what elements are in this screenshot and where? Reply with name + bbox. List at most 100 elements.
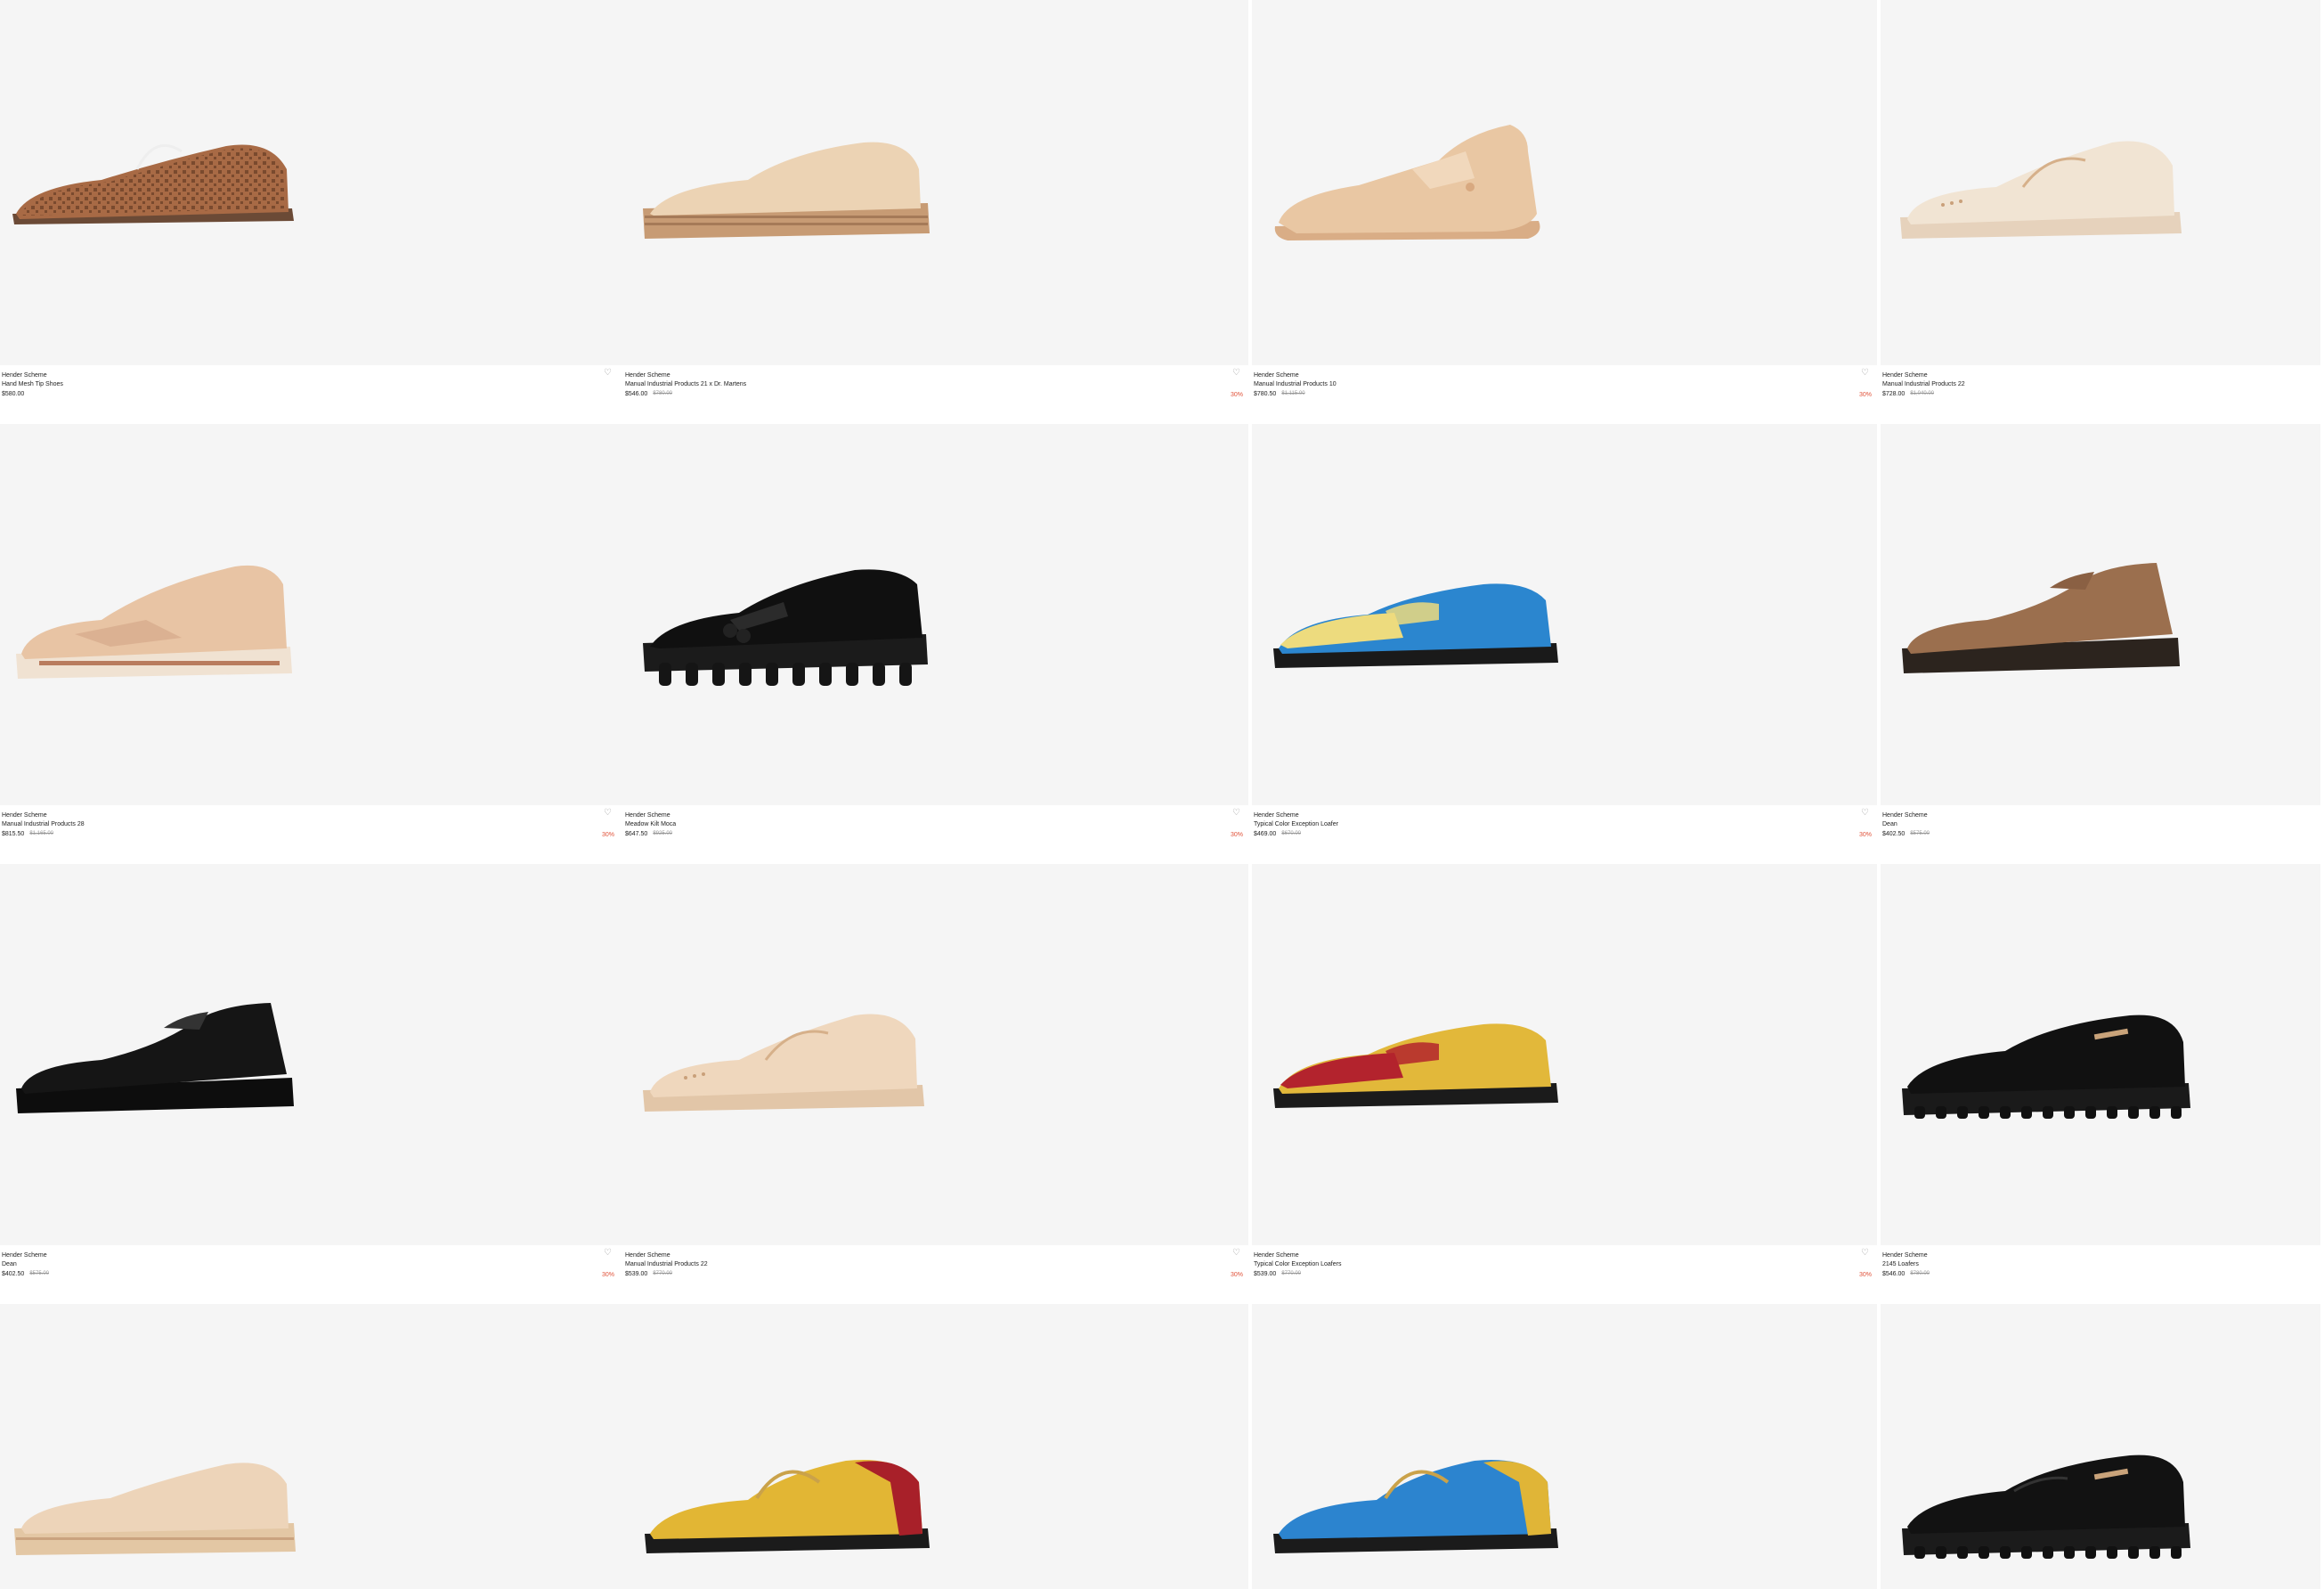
product-card[interactable] [0, 1304, 623, 1589]
product-info: Hender Scheme 2145 Loafers $546.00 $780.… [1881, 1251, 2324, 1295]
price-row: $546.00 $780.00 [1882, 1269, 1930, 1279]
product-card[interactable]: Hender Scheme Typical Color Exception Lo… [1252, 864, 1881, 1304]
heart-icon[interactable]: ♡ [1861, 369, 1870, 378]
product-image[interactable] [1881, 0, 2320, 365]
product-image[interactable] [1881, 864, 2320, 1245]
product-info: Hender Scheme Typical Color Exception Lo… [1252, 1249, 1881, 1295]
sale-price: $469.00 [1254, 831, 1277, 837]
heart-icon[interactable] [2304, 1249, 2313, 1258]
shoe-illustration [1273, 1023, 1558, 1108]
sale-price: $728.00 [1882, 391, 1906, 397]
heart-icon[interactable]: ♡ [1232, 809, 1241, 818]
shoe-illustration [1900, 141, 2182, 239]
product-image[interactable] [1881, 424, 2320, 805]
shoe-illustration [645, 1460, 930, 1553]
shoe-illustration [12, 143, 294, 224]
heart-icon[interactable]: ♡ [1861, 1249, 1870, 1258]
heart-icon[interactable] [2304, 809, 2313, 818]
original-price: $670.00 [1281, 831, 1302, 836]
shoe-illustration [16, 1003, 294, 1113]
price-row: $402.50 $575.00 [1882, 829, 1930, 839]
heart-icon[interactable]: ♡ [1232, 369, 1241, 378]
product-card[interactable] [623, 1304, 1252, 1589]
product-card[interactable]: Hender Scheme 2145 Loafers $546.00 $780.… [1881, 864, 2324, 1304]
product-image[interactable] [1252, 1304, 1877, 1589]
product-card[interactable]: Hender Scheme Manual Industrial Products… [1881, 0, 2324, 424]
product-image[interactable] [0, 424, 623, 805]
product-image[interactable] [0, 1304, 623, 1589]
product-card[interactable]: Hender Scheme Typical Color Exception Lo… [1252, 424, 1881, 864]
shoe-illustration [1273, 1460, 1558, 1553]
shoe-illustration [1902, 1455, 2190, 1559]
product-name[interactable]: Typical Color Exception Loafer [1254, 819, 1338, 829]
product-info: Hender Scheme Meadow Kilt Moca $647.50 $… [623, 809, 1252, 855]
product-card[interactable] [1881, 1304, 2324, 1589]
product-name[interactable]: Meadow Kilt Moca [625, 819, 676, 829]
price-row: $402.50 $575.00 [2, 1269, 49, 1279]
product-info: Hender Scheme Manual Industrial Products… [1252, 369, 1881, 415]
product-name[interactable]: Typical Color Exception Loafers [1254, 1259, 1341, 1269]
shoe-illustration [1902, 1015, 2190, 1119]
price-row: $539.00 $770.00 [625, 1269, 672, 1279]
product-info: Hender Scheme Manual Industrial Products… [0, 809, 623, 855]
price-row: $780.50 $1,115.00 [1254, 389, 1305, 399]
product-info: Hender Scheme Manual Industrial Products… [1881, 371, 2324, 415]
product-name[interactable]: Dean [2, 1259, 17, 1269]
original-price: $575.00 [1910, 831, 1930, 836]
product-name[interactable]: Manual Industrial Products 22 [1882, 379, 1965, 389]
heart-icon[interactable]: ♡ [604, 369, 613, 378]
price-row: $815.50 $1,165.00 [2, 829, 53, 839]
price-row: $546.00 $780.00 [625, 389, 672, 399]
original-price: $925.00 [653, 831, 673, 836]
product-image[interactable] [1252, 864, 1877, 1245]
product-card[interactable]: Hender Scheme Manual Industrial Products… [1252, 0, 1881, 424]
original-price: $780.00 [1910, 1271, 1930, 1276]
product-info: Hender Scheme Manual Industrial Products… [623, 369, 1252, 415]
heart-icon[interactable] [2304, 369, 2313, 378]
shoe-illustration [14, 1463, 296, 1555]
product-name[interactable]: Manual Industrial Products 22 [625, 1259, 708, 1269]
product-name[interactable]: Dean [1882, 819, 1897, 829]
original-price: $780.00 [653, 391, 673, 396]
product-card[interactable]: Hender Scheme Dean $402.50 $575.00 [1881, 424, 2324, 864]
product-card[interactable]: Hender Scheme Meadow Kilt Moca $647.50 $… [623, 424, 1252, 864]
sale-price: $815.50 [2, 831, 25, 837]
heart-icon[interactable]: ♡ [1861, 809, 1870, 818]
heart-icon[interactable]: ♡ [1232, 1249, 1241, 1258]
original-price: $1,040.00 [1910, 391, 1935, 396]
product-image[interactable] [0, 864, 623, 1245]
product-info: Hender Scheme Dean $402.50 $575.00 [1881, 811, 2324, 855]
original-price: $770.00 [653, 1271, 673, 1276]
price-row: $728.00 $1,040.00 [1882, 389, 1934, 399]
sale-price: $647.50 [625, 831, 648, 837]
product-image[interactable] [1881, 1304, 2320, 1589]
discount-badge: 30% [1858, 832, 1872, 838]
price-row: $647.50 $925.00 [625, 829, 672, 839]
product-card[interactable]: Hender Scheme Manual Industrial Products… [623, 0, 1252, 424]
shoe-illustration [1274, 125, 1540, 240]
original-price: $1,115.00 [1281, 391, 1305, 396]
sale-price: $539.00 [625, 1271, 648, 1277]
product-name[interactable]: Manual Industrial Products 28 [2, 819, 85, 829]
product-card[interactable]: Hender Scheme Dean $402.50 $575.00 ♡ 30% [0, 864, 623, 1304]
product-image[interactable] [623, 864, 1248, 1245]
product-image[interactable] [1252, 424, 1877, 805]
product-image[interactable] [623, 424, 1248, 805]
heart-icon[interactable]: ♡ [604, 809, 613, 818]
discount-badge: 30% [601, 1272, 614, 1278]
product-card[interactable]: Hender Scheme Manual Industrial Products… [0, 424, 623, 864]
product-image[interactable] [0, 0, 623, 365]
product-image[interactable] [623, 1304, 1248, 1589]
discount-badge: 30% [1858, 392, 1872, 398]
product-name[interactable]: Manual Industrial Products 21 x Dr. Mart… [625, 379, 746, 389]
product-card[interactable]: Hender Scheme Hand Mesh Tip Shoes $580.0… [0, 0, 623, 424]
heart-icon[interactable]: ♡ [604, 1249, 613, 1258]
product-name[interactable]: Manual Industrial Products 10 [1254, 379, 1337, 389]
product-name[interactable]: 2145 Loafers [1882, 1259, 1919, 1269]
product-name[interactable]: Hand Mesh Tip Shoes [2, 379, 63, 389]
product-image[interactable] [1252, 0, 1877, 365]
shoe-illustration [643, 569, 928, 686]
product-card[interactable]: Hender Scheme Manual Industrial Products… [623, 864, 1252, 1304]
product-card[interactable] [1252, 1304, 1881, 1589]
product-image[interactable] [623, 0, 1248, 365]
